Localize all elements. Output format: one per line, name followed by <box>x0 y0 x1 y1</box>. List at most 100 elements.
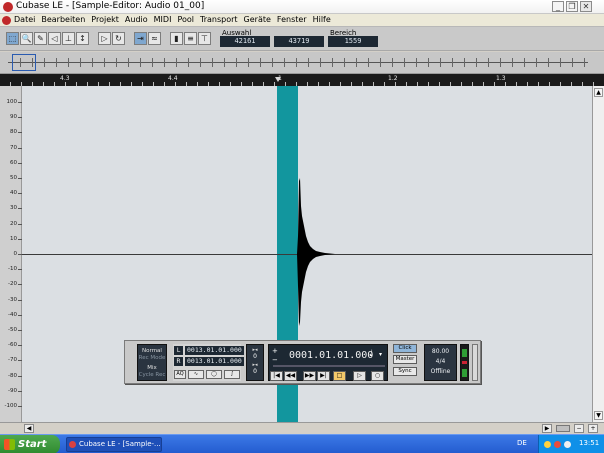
tray-icon-2[interactable] <box>554 441 561 448</box>
zoom-slider[interactable] <box>556 425 570 432</box>
language-indicator[interactable]: DE <box>517 439 527 447</box>
format-dropdown-icon[interactable]: ▾ <box>379 351 382 358</box>
mode-mix[interactable]: Mix <box>138 365 166 372</box>
scroll-down-button[interactable]: ▼ <box>594 411 603 420</box>
mode-normal[interactable]: Normal <box>138 348 166 355</box>
menu-datei[interactable]: Datei <box>14 15 35 24</box>
cubase-app-icon[interactable] <box>3 2 13 12</box>
zoom-tool-icon[interactable]: 🔍 <box>20 32 33 45</box>
rec-mode-label: Rec Mode <box>138 355 166 361</box>
overview-tick <box>176 58 177 67</box>
zoom-in-button[interactable]: + <box>588 424 598 433</box>
scroll-right-button[interactable]: ▶ <box>542 424 552 433</box>
record-mode-section[interactable]: Normal Rec Mode Mix Cycle Rec <box>137 344 167 381</box>
volume-icon[interactable] <box>564 441 571 448</box>
master-button[interactable]: Master <box>393 355 417 364</box>
overview-tick <box>476 58 477 67</box>
overview-tick <box>44 58 45 67</box>
minimize-button[interactable]: _ <box>552 1 564 12</box>
start-button[interactable]: Start <box>0 435 60 453</box>
taskbar-item-cubase[interactable]: Cubase LE - [Sample-... <box>66 437 162 452</box>
autoscroll-icon[interactable]: ⇥ <box>134 32 147 45</box>
stop-button[interactable]: □ <box>333 371 346 381</box>
close-button[interactable]: ✕ <box>580 1 592 12</box>
nudge-plus-icon[interactable]: + <box>272 347 278 355</box>
left-locator-value[interactable]: 0013.01.01.000 <box>185 345 244 355</box>
curve-button-1[interactable]: ∿ <box>188 370 204 379</box>
fast-forward-button[interactable]: ▶▶ <box>303 371 316 381</box>
signature-value[interactable]: 4/4 <box>425 357 456 367</box>
menu-fenster[interactable]: Fenster <box>277 15 307 24</box>
audio-waveform <box>297 178 350 326</box>
overview-tick <box>500 58 501 67</box>
scrub-tool-icon[interactable]: ◁ <box>48 32 61 45</box>
play-button[interactable]: ▷ <box>353 371 366 381</box>
menu-bearbeiten[interactable]: Bearbeiten <box>41 15 85 24</box>
menu-geraete[interactable]: Geräte <box>244 15 271 24</box>
cycle-rec-label: Cycle Rec <box>138 372 166 378</box>
curve-button-2[interactable]: ◯ <box>206 370 222 379</box>
preroll-section[interactable]: ▸◂ 0 ▸◂ 0 <box>246 344 264 381</box>
sync-section: Click Master Sync <box>393 344 419 381</box>
windows-logo-icon <box>4 439 15 450</box>
go-to-end-button[interactable]: ▶| <box>317 371 330 381</box>
warp-tool-icon[interactable]: ↕ <box>76 32 89 45</box>
show-markers-icon[interactable]: ≡ <box>184 32 197 45</box>
sync-button[interactable]: Sync <box>393 367 417 376</box>
loop-audition-icon[interactable]: ↻ <box>112 32 125 45</box>
transport-panel: Normal Rec Mode Mix Cycle Rec L 0013.01.… <box>124 340 481 384</box>
ruler-label: 4.4 <box>168 75 178 82</box>
note-format-icon[interactable]: ♩ <box>369 349 373 359</box>
overview-tick <box>116 58 117 67</box>
menu-projekt[interactable]: Projekt <box>91 15 119 24</box>
preroll-value[interactable]: 0 <box>247 353 263 360</box>
nudge-minus-icon[interactable]: − <box>272 356 278 364</box>
curve-button-3[interactable]: ∫ <box>224 370 240 379</box>
selection-start-field[interactable]: 42161 <box>220 36 270 47</box>
menu-pool[interactable]: Pool <box>177 15 194 24</box>
tempo-section[interactable]: 80.00 4/4 Offline <box>424 344 457 381</box>
overview-tick <box>272 58 273 67</box>
tray-icon-1[interactable] <box>544 441 551 448</box>
hitpoint-marker-icon[interactable]: ⊤ <box>198 32 211 45</box>
selection-end-field[interactable]: 43719 <box>274 36 324 47</box>
right-locator-value[interactable]: 0013.01.01.000 <box>185 356 244 366</box>
position-display[interactable]: 0001.01.01.000 <box>289 350 373 361</box>
time-ruler[interactable]: 4.3 4.4 1 1.2 1.3 <box>0 74 604 86</box>
draw-tool-icon[interactable]: ✎ <box>34 32 47 45</box>
menu-midi[interactable]: MIDI <box>154 15 172 24</box>
scroll-up-button[interactable]: ▲ <box>594 88 603 97</box>
zoom-out-button[interactable]: − <box>574 424 584 433</box>
overview-tick <box>440 58 441 67</box>
tempo-value[interactable]: 80.00 <box>425 347 456 357</box>
range-select-tool-icon[interactable]: ⬚ <box>6 32 19 45</box>
restore-button[interactable]: ❐ <box>566 1 578 12</box>
menu-hilfe[interactable]: Hilfe <box>313 15 331 24</box>
overview-tick <box>296 58 297 67</box>
horizontal-scrollbar[interactable]: ◀ ▶ − + <box>0 422 604 434</box>
project-cursor-marker[interactable] <box>275 77 281 82</box>
autoquantize-button[interactable]: AQ <box>174 370 186 379</box>
click-button[interactable]: Click <box>393 344 417 353</box>
right-locator-label[interactable]: R <box>174 356 183 366</box>
hitpoint-tool-icon[interactable]: ⊥ <box>62 32 75 45</box>
range-length-field[interactable]: 1559 <box>328 36 378 47</box>
show-regions-icon[interactable]: ▮ <box>170 32 183 45</box>
snap-zero-icon[interactable]: ≈ <box>148 32 161 45</box>
document-menu-icon[interactable] <box>2 16 11 25</box>
scroll-left-button[interactable]: ◀ <box>24 424 34 433</box>
start-label: Start <box>18 439 47 450</box>
return-to-zero-button[interactable]: |◀ <box>270 371 283 381</box>
menu-transport[interactable]: Transport <box>200 15 238 24</box>
play-audition-icon[interactable]: ▷ <box>98 32 111 45</box>
rewind-button[interactable]: ◀◀ <box>284 371 297 381</box>
locators-section: L 0013.01.01.000 R 0013.01.01.000 AQ ∿ ◯… <box>173 344 244 381</box>
menu-audio[interactable]: Audio <box>125 15 148 24</box>
vertical-scrollbar[interactable]: ▲ ▼ <box>592 86 604 422</box>
record-button[interactable]: ○ <box>371 371 384 381</box>
transport-scrollbar[interactable] <box>472 344 478 381</box>
postroll-value[interactable]: 0 <box>247 368 263 375</box>
position-slider[interactable] <box>273 365 385 367</box>
overview-strip[interactable] <box>0 52 604 74</box>
left-locator-label[interactable]: L <box>174 345 183 355</box>
